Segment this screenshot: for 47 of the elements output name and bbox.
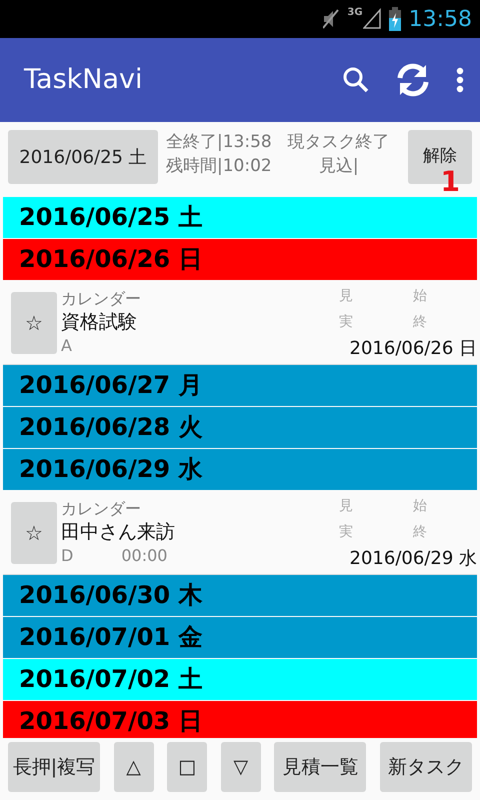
toolbar-button[interactable]: 長押|複写 [8,742,100,792]
star-button[interactable]: ☆ [11,292,57,354]
field-label: 始 [413,287,428,306]
date-header-row[interactable]: 2016/07/03 日 [3,701,477,738]
field-label: 見 [339,497,354,516]
priority-text: D [61,544,74,566]
time-text: 00:00 [121,544,168,566]
mute-icon [323,8,340,30]
date-header-row[interactable]: 2016/07/01 金 [3,617,477,658]
finish-time-text: 全終了|13:58 [166,131,272,154]
estimate-label: 見込| [318,155,359,178]
battery-icon [388,7,401,31]
date-header-row[interactable]: 2016/06/28 火 [3,407,477,448]
task-date: 2016/06/29 水 [350,547,477,571]
field-label: 実 [339,523,354,542]
signal-icon [362,8,381,30]
date-header-row[interactable]: 2016/06/27 月 [3,365,477,406]
date-header-row[interactable]: 2016/06/29 水 [3,449,477,490]
toolbar-button[interactable]: □ [167,742,208,792]
field-label: 実 [339,313,354,332]
star-button[interactable]: ☆ [11,502,57,564]
more-icon[interactable] [456,67,464,93]
date-button[interactable]: 2016/06/25 土 [8,130,158,184]
date-header-row[interactable]: 2016/06/30 木 [3,575,477,616]
category-text: カレンダー [61,498,142,518]
field-label: 終 [413,313,428,332]
priority-text: A [61,334,72,356]
category-text: カレンダー [61,288,142,308]
task-date: 2016/06/26 日 [350,337,477,361]
network-label: 3G [347,8,363,18]
field-label: 見 [339,287,354,306]
task-title[interactable]: 田中さん来訪 [61,518,339,544]
task-title[interactable]: 資格試験 [61,308,339,334]
field-label: 始 [413,497,428,516]
search-icon[interactable] [342,66,370,94]
toolbar-button[interactable]: △ [114,742,154,792]
current-task-end-label: 現タスク終了 [288,131,390,154]
app-title: TaskNavi [24,62,144,97]
toolbar-button[interactable]: 見積一覧 [274,742,366,792]
field-label: 終 [413,523,428,542]
remaining-time-text: 残時間|10:02 [166,155,272,178]
date-header-row[interactable]: 2016/06/26 日 [3,239,477,280]
clock: 13:58 [408,6,472,34]
date-header-row[interactable]: 2016/07/02 土 [3,659,477,700]
toolbar-button[interactable]: ▽ [220,742,261,792]
date-header-row[interactable]: 2016/06/25 土 [3,197,477,238]
toolbar-button[interactable]: 新タスク [380,742,472,792]
